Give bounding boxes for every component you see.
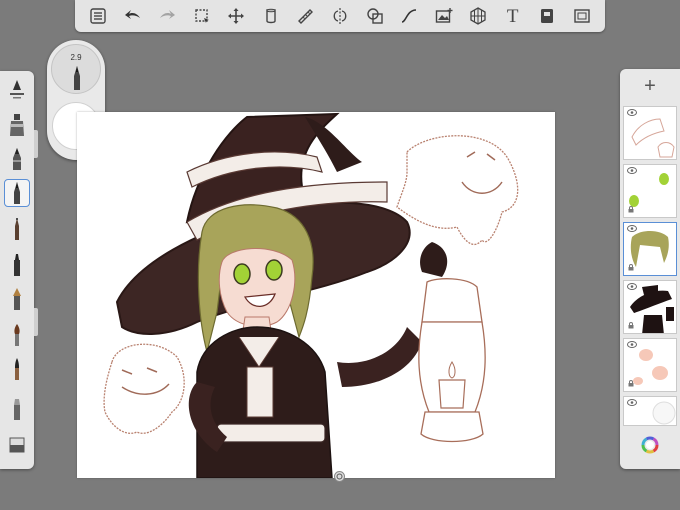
smudge-icon (14, 399, 20, 420)
symmetry-button[interactable] (328, 4, 352, 28)
marker-icon (14, 254, 20, 276)
ink-brush-icon (15, 358, 19, 380)
color-picker-button[interactable] (639, 434, 661, 456)
redo-icon (160, 10, 176, 19)
lantern-top (421, 278, 483, 323)
lock-icon (628, 206, 634, 213)
brush-smudge[interactable] (4, 395, 30, 423)
eraser-icon (9, 437, 25, 453)
background-thumb (652, 401, 676, 425)
perspective-grid-icon (470, 7, 486, 25)
curve-button[interactable] (397, 4, 421, 28)
image-import-button[interactable] (432, 4, 456, 28)
color-wheel-icon (641, 436, 659, 454)
layers-panel: + (620, 69, 680, 469)
glove-right (420, 242, 448, 277)
fullscreen-icon (574, 9, 590, 23)
move-icon (228, 8, 245, 24)
fine-pencil-icon (14, 182, 20, 204)
shapes-button[interactable] (363, 4, 387, 28)
airbrush-icon (10, 114, 24, 136)
layer-thumbnail-eyes[interactable] (623, 164, 677, 218)
palette-scroll-tab-bottom[interactable] (34, 308, 38, 336)
brush-size-dial[interactable]: 2.9 (51, 44, 101, 94)
selection-button[interactable] (190, 4, 214, 28)
brush-palette (0, 71, 34, 469)
eye-right (265, 259, 283, 281)
ruler-button[interactable] (293, 4, 317, 28)
transform-button[interactable] (224, 4, 248, 28)
layer-thumbnail-outfit[interactable] (623, 280, 677, 334)
curve-icon (401, 9, 417, 23)
perspective-grid-button[interactable] (466, 4, 490, 28)
lock-icon (628, 264, 634, 271)
brush-airbrush[interactable] (4, 111, 30, 139)
brush-pencil[interactable] (4, 145, 30, 173)
canvas-rotate-handle[interactable] (334, 471, 345, 482)
list-icon (90, 8, 106, 24)
lantern-base (420, 411, 484, 443)
pencil-icon (13, 148, 21, 170)
ruler-icon (298, 9, 314, 24)
text-icon: T (506, 5, 519, 27)
brush-size-value: 2.9 (70, 53, 82, 62)
brush-fountain-pen[interactable] (4, 285, 30, 313)
fill-button[interactable] (259, 4, 283, 28)
text-button[interactable]: T (501, 4, 525, 28)
layer-thumbnail-hair[interactable] (623, 222, 677, 276)
brush-ballpoint[interactable] (4, 215, 30, 243)
undo-icon (124, 10, 140, 19)
shapes-icon (366, 8, 383, 24)
fountain-pen-icon (13, 288, 21, 310)
palette-scroll-tab-top[interactable] (34, 130, 38, 158)
belt (216, 423, 326, 443)
undo-button[interactable] (121, 4, 145, 28)
selection-icon (195, 9, 209, 23)
ghost-left (103, 343, 185, 434)
eye-left (233, 263, 251, 285)
sketch-thumb (631, 118, 675, 158)
current-brush-icon (74, 66, 80, 90)
fill-bucket-icon (266, 8, 276, 24)
brush-paintbrush[interactable] (4, 321, 30, 349)
fullscreen-button[interactable] (570, 4, 594, 28)
fill-brush-icon (10, 80, 24, 99)
layer-options-icon (541, 9, 554, 23)
face (218, 248, 296, 327)
rotate-icon (336, 473, 343, 480)
arm-right (337, 327, 422, 387)
layer-thumbnail-background[interactable] (623, 396, 677, 426)
brush-ink[interactable] (4, 355, 30, 383)
top-toolbar: T (75, 0, 605, 32)
brush-marker[interactable] (4, 251, 30, 279)
symmetry-icon (333, 8, 347, 24)
ballpoint-icon (15, 218, 19, 240)
layer-thumbnail-sketch[interactable] (623, 106, 677, 160)
brush-eraser[interactable] (4, 431, 30, 459)
layer-options-button[interactable] (535, 4, 559, 28)
layers-menu-button[interactable] (86, 4, 110, 28)
ghost-right (396, 135, 519, 246)
artwork-witch-illustration (103, 112, 519, 478)
redo-button[interactable] (155, 4, 179, 28)
brush-fill[interactable] (4, 75, 30, 103)
image-import-icon (435, 8, 453, 23)
lock-icon (628, 322, 634, 329)
lock-icon (628, 380, 634, 387)
add-layer-button[interactable]: + (620, 71, 680, 101)
drawing-canvas[interactable] (77, 112, 555, 478)
brush-fine-pencil[interactable] (4, 179, 30, 207)
paintbrush-icon (14, 324, 20, 346)
layer-thumbnail-skin[interactable] (623, 338, 677, 392)
